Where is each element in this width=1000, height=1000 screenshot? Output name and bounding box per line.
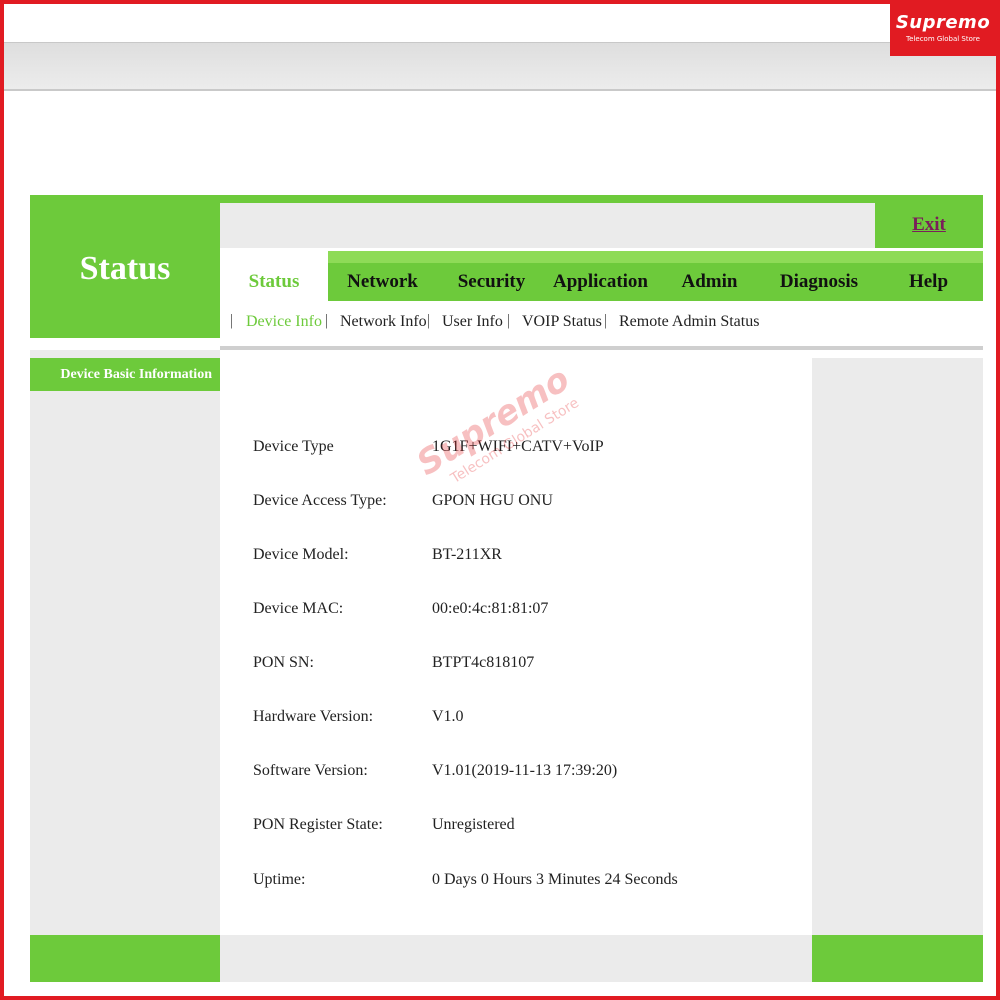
brand-name: Supremo xyxy=(895,12,991,33)
subnav-separator: | xyxy=(230,312,234,329)
tab-status[interactable]: Status xyxy=(220,251,328,301)
footer-right-panel xyxy=(812,935,983,982)
hardware-version-label: Hardware Version: xyxy=(253,708,374,725)
hardware-version-value: V1.0 xyxy=(432,708,464,725)
browser-toolbar xyxy=(4,43,996,91)
subnav-device-info[interactable]: Device Info xyxy=(246,313,322,331)
uptime-value: 0 Days 0 Hours 3 Minutes 24 Seconds xyxy=(432,871,678,888)
subnav-separator: | xyxy=(507,312,511,329)
subnav-remote-admin-status[interactable]: Remote Admin Status xyxy=(619,313,759,331)
device-type-value: 1G1F+WIFI+CATV+VoIP xyxy=(432,438,604,455)
header-gray-bar xyxy=(220,203,875,248)
device-model-value: BT-211XR xyxy=(432,546,502,563)
pon-sn-label: PON SN: xyxy=(253,654,314,671)
exit-link[interactable]: Exit xyxy=(875,214,983,236)
right-panel xyxy=(812,358,983,935)
brand-subtitle: Telecom Global Store xyxy=(906,35,980,43)
subnav-separator: | xyxy=(325,312,329,329)
uptime-label: Uptime: xyxy=(253,871,306,888)
nav-highlight-strip xyxy=(328,251,983,263)
pon-register-state-label: PON Register State: xyxy=(253,816,383,833)
device-type-label: Device Type xyxy=(253,438,334,455)
pon-sn-value: BTPT4c818107 xyxy=(432,654,535,671)
device-access-type-label: Device Access Type: xyxy=(253,492,387,509)
software-version-value: V1.01(2019-11-13 17:39:20) xyxy=(432,762,618,779)
subnav-separator: | xyxy=(427,312,431,329)
subnav-voip-status[interactable]: VOIP Status xyxy=(522,313,602,331)
device-model-label: Device Model: xyxy=(253,546,349,563)
header-top-strip xyxy=(220,195,983,203)
device-mac-value: 00:e0:4c:81:81:07 xyxy=(432,600,549,617)
sidebar-item-device-basic-information[interactable]: Device Basic Information xyxy=(30,358,220,391)
software-version-label: Software Version: xyxy=(253,762,368,779)
subnav-separator: | xyxy=(604,312,608,329)
device-access-type-value: GPON HGU ONU xyxy=(432,492,553,509)
device-mac-label: Device MAC: xyxy=(253,600,344,617)
footer-left-panel xyxy=(30,935,220,982)
pon-register-state-value: Unregistered xyxy=(432,816,515,833)
footer-middle-panel xyxy=(220,935,812,982)
subnav-user-info[interactable]: User Info xyxy=(442,313,503,331)
page-title: Status xyxy=(79,250,171,287)
browser-top-area xyxy=(4,4,996,43)
subnav-network-info[interactable]: Network Info xyxy=(340,313,427,331)
brand-logo: Supremo Telecom Global Store xyxy=(890,4,996,56)
sidebar xyxy=(30,350,220,935)
